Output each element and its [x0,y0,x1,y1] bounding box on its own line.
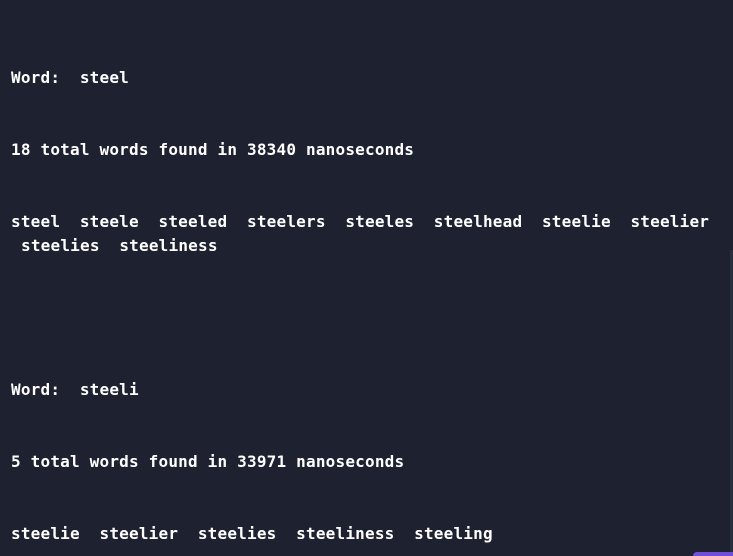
corner-indicator [693,552,733,556]
result-words: steel steele steeled steelers steeles st… [11,212,710,231]
result-words: steelie steelier steelies steeliness ste… [11,524,493,543]
result-words-continued: steelies steeliness [21,236,218,255]
result-summary: 18 total words found in 38340 nanosecond… [11,140,415,159]
result-summary: 5 total words found in 33971 nanoseconds [11,452,405,471]
word-label: Word: steel [11,68,129,87]
word-label: Word: steeli [11,380,139,399]
